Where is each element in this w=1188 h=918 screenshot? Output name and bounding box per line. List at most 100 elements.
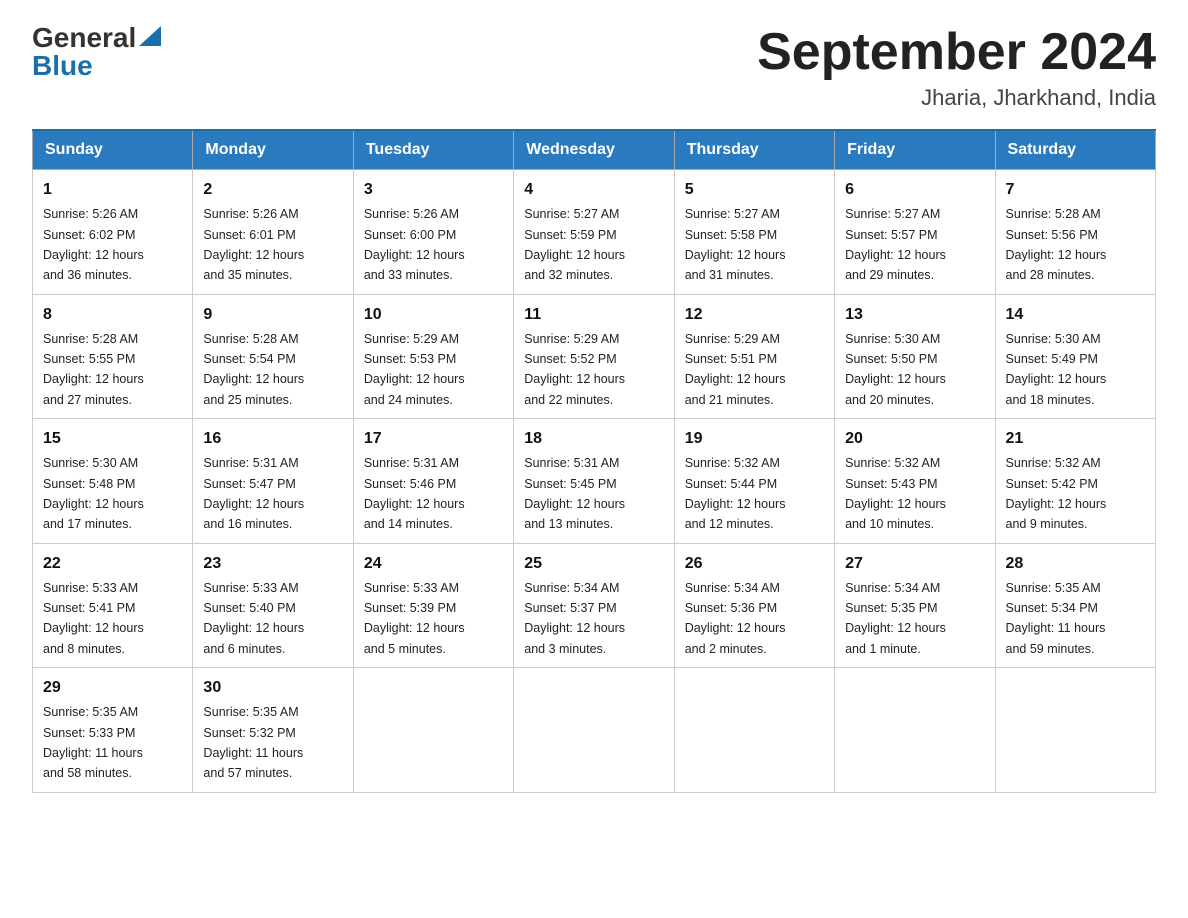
calendar-cell: 16 Sunrise: 5:31 AMSunset: 5:47 PMDaylig… [193,419,353,544]
calendar-week-row: 15 Sunrise: 5:30 AMSunset: 5:48 PMDaylig… [33,419,1156,544]
day-number: 25 [524,552,663,576]
col-header-wednesday: Wednesday [514,130,674,170]
calendar-cell: 5 Sunrise: 5:27 AMSunset: 5:58 PMDayligh… [674,170,834,295]
calendar-cell: 11 Sunrise: 5:29 AMSunset: 5:52 PMDaylig… [514,294,674,419]
day-info: Sunrise: 5:33 AMSunset: 5:40 PMDaylight:… [203,581,304,656]
day-info: Sunrise: 5:35 AMSunset: 5:33 PMDaylight:… [43,705,143,780]
day-info: Sunrise: 5:33 AMSunset: 5:41 PMDaylight:… [43,581,144,656]
calendar-cell: 19 Sunrise: 5:32 AMSunset: 5:44 PMDaylig… [674,419,834,544]
day-number: 5 [685,178,824,202]
col-header-monday: Monday [193,130,353,170]
month-title: September 2024 [757,24,1156,81]
day-info: Sunrise: 5:30 AMSunset: 5:49 PMDaylight:… [1006,332,1107,407]
day-number: 17 [364,427,503,451]
day-info: Sunrise: 5:29 AMSunset: 5:53 PMDaylight:… [364,332,465,407]
calendar-cell: 27 Sunrise: 5:34 AMSunset: 5:35 PMDaylig… [835,543,995,668]
day-number: 21 [1006,427,1145,451]
day-info: Sunrise: 5:35 AMSunset: 5:32 PMDaylight:… [203,705,303,780]
day-info: Sunrise: 5:32 AMSunset: 5:42 PMDaylight:… [1006,456,1107,531]
day-info: Sunrise: 5:31 AMSunset: 5:45 PMDaylight:… [524,456,625,531]
calendar-cell: 10 Sunrise: 5:29 AMSunset: 5:53 PMDaylig… [353,294,513,419]
day-info: Sunrise: 5:31 AMSunset: 5:47 PMDaylight:… [203,456,304,531]
day-number: 3 [364,178,503,202]
logo-triangle-icon [139,26,161,46]
calendar-cell [835,668,995,793]
day-number: 1 [43,178,182,202]
day-number: 4 [524,178,663,202]
day-number: 9 [203,303,342,327]
day-number: 6 [845,178,984,202]
calendar-cell: 25 Sunrise: 5:34 AMSunset: 5:37 PMDaylig… [514,543,674,668]
calendar-cell: 28 Sunrise: 5:35 AMSunset: 5:34 PMDaylig… [995,543,1155,668]
col-header-friday: Friday [835,130,995,170]
day-info: Sunrise: 5:27 AMSunset: 5:57 PMDaylight:… [845,207,946,282]
day-info: Sunrise: 5:30 AMSunset: 5:48 PMDaylight:… [43,456,144,531]
calendar-cell: 18 Sunrise: 5:31 AMSunset: 5:45 PMDaylig… [514,419,674,544]
day-info: Sunrise: 5:32 AMSunset: 5:44 PMDaylight:… [685,456,786,531]
calendar-cell: 29 Sunrise: 5:35 AMSunset: 5:33 PMDaylig… [33,668,193,793]
col-header-tuesday: Tuesday [353,130,513,170]
calendar-week-row: 1 Sunrise: 5:26 AMSunset: 6:02 PMDayligh… [33,170,1156,295]
day-info: Sunrise: 5:28 AMSunset: 5:54 PMDaylight:… [203,332,304,407]
calendar-table: SundayMondayTuesdayWednesdayThursdayFrid… [32,129,1156,793]
calendar-cell: 7 Sunrise: 5:28 AMSunset: 5:56 PMDayligh… [995,170,1155,295]
calendar-cell: 6 Sunrise: 5:27 AMSunset: 5:57 PMDayligh… [835,170,995,295]
calendar-cell [674,668,834,793]
day-info: Sunrise: 5:26 AMSunset: 6:01 PMDaylight:… [203,207,304,282]
day-number: 28 [1006,552,1145,576]
calendar-cell: 1 Sunrise: 5:26 AMSunset: 6:02 PMDayligh… [33,170,193,295]
day-number: 12 [685,303,824,327]
day-info: Sunrise: 5:31 AMSunset: 5:46 PMDaylight:… [364,456,465,531]
col-header-saturday: Saturday [995,130,1155,170]
day-number: 14 [1006,303,1145,327]
day-number: 15 [43,427,182,451]
day-info: Sunrise: 5:34 AMSunset: 5:37 PMDaylight:… [524,581,625,656]
day-number: 10 [364,303,503,327]
day-info: Sunrise: 5:28 AMSunset: 5:56 PMDaylight:… [1006,207,1107,282]
day-number: 27 [845,552,984,576]
calendar-week-row: 29 Sunrise: 5:35 AMSunset: 5:33 PMDaylig… [33,668,1156,793]
day-number: 29 [43,676,182,700]
calendar-cell: 9 Sunrise: 5:28 AMSunset: 5:54 PMDayligh… [193,294,353,419]
day-info: Sunrise: 5:26 AMSunset: 6:02 PMDaylight:… [43,207,144,282]
calendar-cell: 14 Sunrise: 5:30 AMSunset: 5:49 PMDaylig… [995,294,1155,419]
day-info: Sunrise: 5:26 AMSunset: 6:00 PMDaylight:… [364,207,465,282]
day-info: Sunrise: 5:27 AMSunset: 5:59 PMDaylight:… [524,207,625,282]
calendar-week-row: 22 Sunrise: 5:33 AMSunset: 5:41 PMDaylig… [33,543,1156,668]
col-header-sunday: Sunday [33,130,193,170]
calendar-cell: 30 Sunrise: 5:35 AMSunset: 5:32 PMDaylig… [193,668,353,793]
day-info: Sunrise: 5:29 AMSunset: 5:51 PMDaylight:… [685,332,786,407]
day-info: Sunrise: 5:34 AMSunset: 5:35 PMDaylight:… [845,581,946,656]
title-area: September 2024 Jharia, Jharkhand, India [757,24,1156,111]
day-number: 24 [364,552,503,576]
logo-blue: Blue [32,52,93,80]
col-header-thursday: Thursday [674,130,834,170]
day-number: 26 [685,552,824,576]
day-info: Sunrise: 5:35 AMSunset: 5:34 PMDaylight:… [1006,581,1106,656]
day-info: Sunrise: 5:29 AMSunset: 5:52 PMDaylight:… [524,332,625,407]
day-number: 20 [845,427,984,451]
day-number: 22 [43,552,182,576]
calendar-cell: 3 Sunrise: 5:26 AMSunset: 6:00 PMDayligh… [353,170,513,295]
day-number: 8 [43,303,182,327]
calendar-cell: 21 Sunrise: 5:32 AMSunset: 5:42 PMDaylig… [995,419,1155,544]
calendar-cell [514,668,674,793]
calendar-cell: 23 Sunrise: 5:33 AMSunset: 5:40 PMDaylig… [193,543,353,668]
day-number: 11 [524,303,663,327]
calendar-week-row: 8 Sunrise: 5:28 AMSunset: 5:55 PMDayligh… [33,294,1156,419]
logo-general: General [32,24,136,52]
logo: General Blue [32,24,161,80]
location-title: Jharia, Jharkhand, India [757,85,1156,111]
day-number: 30 [203,676,342,700]
day-info: Sunrise: 5:32 AMSunset: 5:43 PMDaylight:… [845,456,946,531]
day-info: Sunrise: 5:33 AMSunset: 5:39 PMDaylight:… [364,581,465,656]
calendar-header-row: SundayMondayTuesdayWednesdayThursdayFrid… [33,130,1156,170]
day-info: Sunrise: 5:28 AMSunset: 5:55 PMDaylight:… [43,332,144,407]
day-info: Sunrise: 5:34 AMSunset: 5:36 PMDaylight:… [685,581,786,656]
calendar-cell: 15 Sunrise: 5:30 AMSunset: 5:48 PMDaylig… [33,419,193,544]
calendar-cell: 22 Sunrise: 5:33 AMSunset: 5:41 PMDaylig… [33,543,193,668]
day-info: Sunrise: 5:30 AMSunset: 5:50 PMDaylight:… [845,332,946,407]
day-number: 13 [845,303,984,327]
day-number: 19 [685,427,824,451]
day-number: 2 [203,178,342,202]
